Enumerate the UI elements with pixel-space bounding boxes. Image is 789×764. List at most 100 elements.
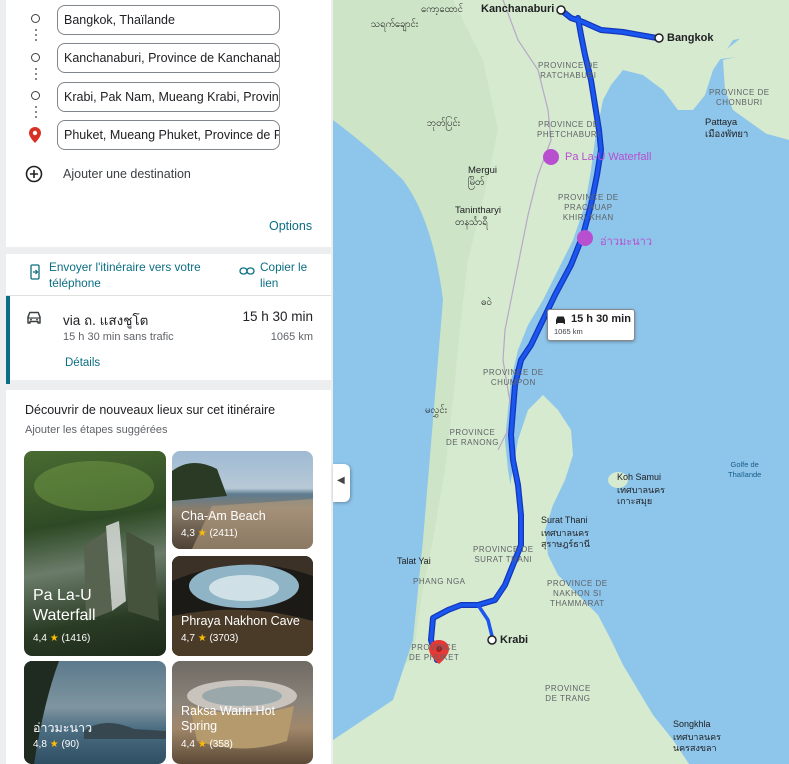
place-rating: 4,7 ★ (3703) [181, 633, 238, 644]
collapse-panel-button[interactable]: ◀ [333, 464, 350, 502]
province-line: PROVINCE DE [538, 120, 599, 129]
province-line: PRACHUAP [564, 203, 613, 212]
rating-value: 4,4 [33, 633, 47, 644]
waypoint-input-2[interactable]: Kanchanaburi, Province de Kanchanaburi [57, 43, 280, 73]
gulf-line: Thaïlande [728, 470, 762, 479]
review-count: (3703) [209, 633, 239, 644]
label-songkhla: Songkhla [673, 719, 711, 729]
label-palau-poi[interactable]: Pa La-U Waterfall [565, 151, 651, 163]
province-line: THAMMARAT [550, 599, 605, 608]
star-icon: ★ [49, 739, 59, 750]
options-button[interactable]: Options [269, 219, 312, 233]
rating-value: 4,3 [181, 528, 195, 539]
label-my1: ကော့ထောင် [421, 4, 463, 15]
province-line: DE RANONG [446, 438, 499, 447]
place-card-aomanao[interactable]: อ่าวมะนาว 4,8 ★ (90) [24, 661, 166, 764]
destination-pin-icon [29, 127, 41, 143]
rating-value: 4,4 [181, 739, 195, 750]
province-surat: PROVINCE DE SURAT THANI [473, 545, 534, 565]
label-kanchanaburi: Kanchanaburi [481, 3, 555, 15]
route-callout[interactable]: 15 h 30 min 1065 km [547, 309, 635, 341]
discover-subtitle: Ajouter les étapes suggérées [25, 424, 168, 436]
discover-title: Découvrir de nouveaux lieux sur cet itin… [25, 403, 276, 417]
waypoint-input-3[interactable]: Krabi, Pak Nam, Mueang Krabi, Province [57, 82, 280, 112]
kanchanaburi-marker [556, 5, 566, 15]
province-line: PROVINCE DE [538, 61, 599, 70]
label-my5: မလွှင်း [425, 405, 448, 416]
place-name: Cha-Am Beach [181, 509, 266, 523]
province-line: RATCHABURI [540, 71, 597, 80]
krabi-marker [487, 635, 497, 645]
province-chumpon: PROVINCE DE CHUMPON [483, 368, 544, 388]
add-circle-icon [25, 165, 43, 183]
dots-icon [35, 68, 37, 80]
label-koh-samui: Koh Samui [617, 472, 662, 482]
waypoint-circle-icon [31, 53, 40, 62]
review-count: (1416) [61, 633, 91, 644]
details-link[interactable]: Détails [65, 357, 100, 369]
place-card-palau[interactable]: Pa La-U Waterfall 4,4 ★ (1416) [24, 451, 166, 656]
province-phetchaburi: PROVINCE DE PHETCHABURI [537, 120, 600, 140]
province-line: PROVINCE DE [558, 193, 619, 202]
review-count: (2411) [209, 528, 238, 539]
province-line: PROVINCE DE [473, 545, 534, 554]
label-my2: သရက်ချောင်း [371, 19, 419, 30]
place-card-raksa-warin[interactable]: Raksa Warin Hot Spring 4,4 ★ (358) [172, 661, 313, 764]
aomanao-poi-icon [577, 230, 593, 246]
directions-panel: Bangkok, Thaïlande Kanchanaburi, Provinc… [0, 0, 333, 764]
review-count: (358) [209, 739, 233, 750]
waypoint-circle-icon [31, 91, 40, 100]
place-card-phraya-nakhon[interactable]: Phraya Nakhon Cave 4,7 ★ (3703) [172, 556, 313, 656]
star-icon: ★ [197, 739, 207, 750]
rating-value: 4,8 [33, 739, 47, 750]
province-line: PROVINCE [545, 684, 591, 693]
map[interactable]: Kanchanaburi Bangkok Krabi Pattaya เมือง… [333, 0, 789, 764]
province-line: KHIRI KHAN [562, 213, 614, 222]
origin-circle-icon [31, 14, 40, 23]
map-canvas [333, 0, 789, 764]
route-distance: 1065 km [270, 331, 313, 343]
star-icon: ★ [49, 633, 59, 644]
star-icon: ★ [197, 528, 207, 539]
callout-duration: 15 h 30 min [571, 313, 631, 325]
province-trang: PROVINCE DE TRANG [545, 684, 591, 704]
place-rating: 4,4 ★ (358) [181, 739, 233, 750]
province-ratchaburi: PROVINCE DE RATCHABURI [538, 61, 599, 81]
province-ranong: PROVINCE DE RANONG [446, 428, 499, 448]
label-aomanao-poi[interactable]: อ่าวมะนาว [600, 232, 652, 250]
send-to-phone-link[interactable]: Envoyer l'itinéraire vers votre téléphon… [49, 259, 219, 291]
province-phuket: PROVINCE DE PHUKET [409, 643, 459, 663]
place-name: Raksa Warin Hot Spring [181, 704, 276, 733]
place-rating: 4,4 ★ (1416) [33, 633, 90, 644]
car-icon [27, 311, 41, 324]
discover-card: Découvrir de nouveaux lieux sur cet itin… [6, 390, 331, 764]
route-via: via ถ. แสงชูโต [63, 313, 149, 328]
province-line: NAKHON SI [553, 589, 602, 598]
chevron-left-icon: ◀ [337, 475, 345, 486]
waypoint-input-1[interactable]: Bangkok, Thaïlande [57, 5, 280, 35]
label-talat-yai: Talat Yai [397, 556, 431, 566]
waypoint-input-4[interactable]: Phuket, Mueang Phuket, Province de Phuke… [57, 120, 280, 150]
share-card: Envoyer l'itinéraire vers votre téléphon… [6, 254, 331, 384]
province-line: PHETCHABURI [537, 130, 600, 139]
link-icon [239, 267, 255, 275]
province-line: PROVINCE DE [709, 88, 770, 97]
place-rating: 4,8 ★ (90) [33, 739, 79, 750]
province-prachuap: PROVINCE DE PRACHUAP KHIRI KHAN [558, 193, 619, 223]
province-line: DE TRANG [545, 694, 591, 703]
add-destination-button[interactable]: Ajouter une destination [25, 164, 225, 184]
label-surat-thani: Surat Thani [541, 515, 588, 525]
label-mergui-my: မြိတ် [468, 177, 485, 188]
star-icon: ★ [197, 633, 207, 644]
province-line: DE PHUKET [409, 653, 460, 662]
waypoints-card: Bangkok, Thaïlande Kanchanaburi, Provinc… [6, 0, 331, 247]
province-line: SURAT THANI [474, 555, 533, 564]
dots-icon [35, 29, 37, 41]
copy-link[interactable]: Copier le lien [260, 259, 320, 291]
label-my4: ဓဝဲ [481, 297, 492, 308]
route-result[interactable]: via ถ. แสงชูโต 15 h 30 min 15 h 30 min s… [6, 295, 331, 384]
place-card-chaam[interactable]: Cha-Am Beach 4,3 ★ (2411) [172, 451, 313, 549]
dots-icon [35, 106, 37, 118]
send-to-phone-icon [30, 264, 40, 280]
route-traffic: 15 h 30 min sans trafic [63, 331, 174, 343]
